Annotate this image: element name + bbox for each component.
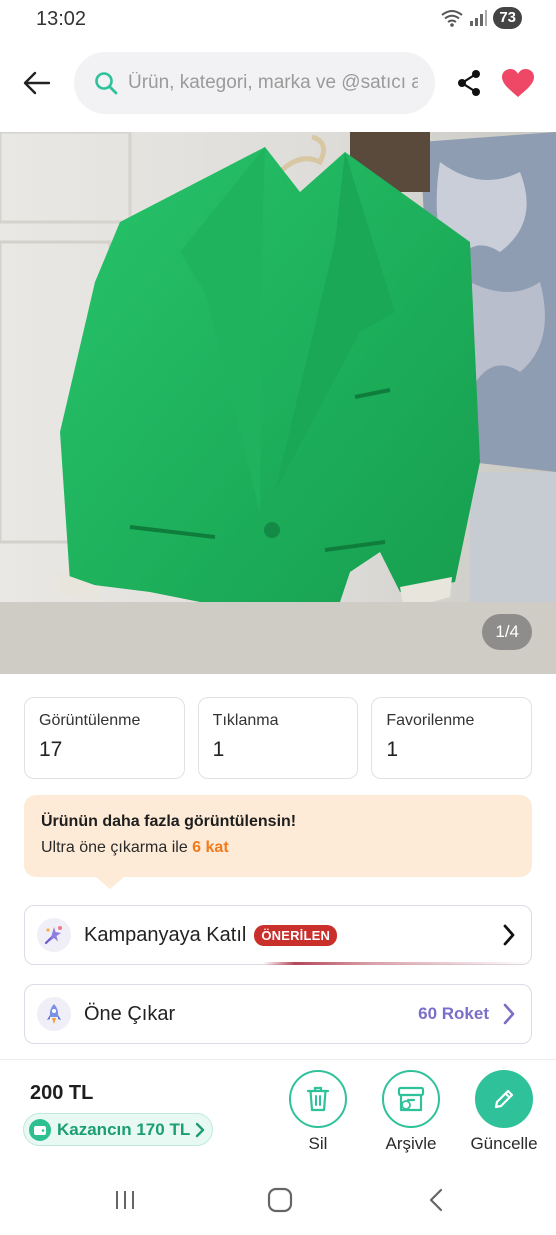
stat-value: 17 <box>39 738 63 761</box>
promo-banner: Ürünün daha fazla görüntülensin! Ultra ö… <box>24 795 532 889</box>
earnings-text: Kazancın 170 TL <box>57 1119 191 1139</box>
chevron-right-icon <box>503 1003 515 1025</box>
update-button[interactable]: Güncelle <box>464 1070 544 1154</box>
photo-counter: 1/4 <box>482 614 532 650</box>
stat-favorites: Favorilenme 1 <box>371 697 533 779</box>
favorite-button[interactable] <box>499 65 537 101</box>
promo-title: Ürünün daha fazla görüntülensin! <box>41 813 297 830</box>
archive-circle <box>382 1070 440 1128</box>
pencil-icon <box>494 1089 514 1109</box>
wifi-icon <box>441 10 463 27</box>
boost-button[interactable]: Öne Çıkar 60 Roket <box>24 984 532 1044</box>
promo-subtitle: Ultra öne çıkarma ile 6 kat <box>41 839 532 857</box>
recommended-badge: ÖNERİLEN <box>254 924 338 946</box>
signal-icon <box>470 10 488 26</box>
update-label: Güncelle <box>470 1134 538 1153</box>
earnings-pill[interactable]: Kazancın 170 TL <box>23 1113 214 1146</box>
search-input[interactable]: Ürün, kategori, marka ve @satıcı ara <box>74 52 435 114</box>
boost-label: Öne Çıkar <box>84 1002 176 1025</box>
trash-icon <box>306 1086 330 1112</box>
chevron-right-icon <box>196 1122 205 1137</box>
search-icon <box>95 72 118 95</box>
rocket-icon <box>37 997 71 1031</box>
product-photo[interactable]: 1/4 <box>0 132 556 674</box>
boost-value: 60 Roket <box>418 1004 489 1023</box>
home-button[interactable] <box>260 1185 300 1215</box>
jacket-image <box>0 132 556 674</box>
back-nav-button[interactable] <box>416 1185 456 1215</box>
search-placeholder: Ürün, kategori, marka ve @satıcı ara <box>128 72 418 93</box>
heart-icon <box>502 69 534 97</box>
recents-icon <box>116 1191 134 1209</box>
delete-button[interactable]: Sil <box>278 1070 358 1154</box>
chevron-right-icon <box>503 924 515 946</box>
stat-label: Görüntülenme <box>39 712 141 729</box>
status-icons: 73 <box>441 7 522 29</box>
divider <box>0 1059 556 1060</box>
promo-highlight: 6 kat <box>192 839 229 856</box>
stat-clicks: Tıklanma 1 <box>197 697 359 779</box>
stats-row: Görüntülenme 17 Tıklanma 1 Favorilenme 1 <box>24 697 533 779</box>
archive-icon <box>397 1086 425 1112</box>
stat-value: 1 <box>386 738 399 761</box>
archive-button[interactable]: Arşivle <box>371 1070 451 1154</box>
archive-label: Arşivle <box>385 1134 437 1153</box>
delete-circle <box>289 1070 347 1128</box>
battery-indicator: 73 <box>493 7 522 29</box>
back-arrow-icon <box>23 71 51 95</box>
campaign-icon <box>37 918 71 952</box>
back-button[interactable] <box>18 64 56 102</box>
status-bar: 13:02 73 <box>0 0 556 38</box>
join-campaign-button[interactable]: Kampanyaya Katıl ÖNERİLEN <box>24 905 532 965</box>
recents-button[interactable] <box>105 1185 145 1215</box>
stat-label: Tıklanma <box>212 712 279 729</box>
home-icon <box>267 1187 293 1213</box>
share-button[interactable] <box>453 66 485 100</box>
price: 200 TL <box>30 1082 94 1104</box>
accent-underline <box>263 962 531 965</box>
stat-value: 1 <box>212 738 225 761</box>
campaign-label: Kampanyaya Katıl <box>84 923 247 946</box>
stat-views: Görüntülenme 17 <box>24 697 185 779</box>
delete-label: Sil <box>308 1134 328 1153</box>
back-nav-icon <box>429 1188 443 1212</box>
system-nav-bar <box>0 1165 556 1235</box>
stat-label: Favorilenme <box>386 712 475 729</box>
top-bar: Ürün, kategori, marka ve @satıcı ara <box>0 48 556 120</box>
share-icon <box>458 70 480 96</box>
promo-subtitle-text: Ultra öne çıkarma ile <box>41 839 193 856</box>
wallet-icon <box>29 1118 51 1141</box>
update-circle <box>475 1070 533 1128</box>
status-time: 13:02 <box>36 8 87 30</box>
